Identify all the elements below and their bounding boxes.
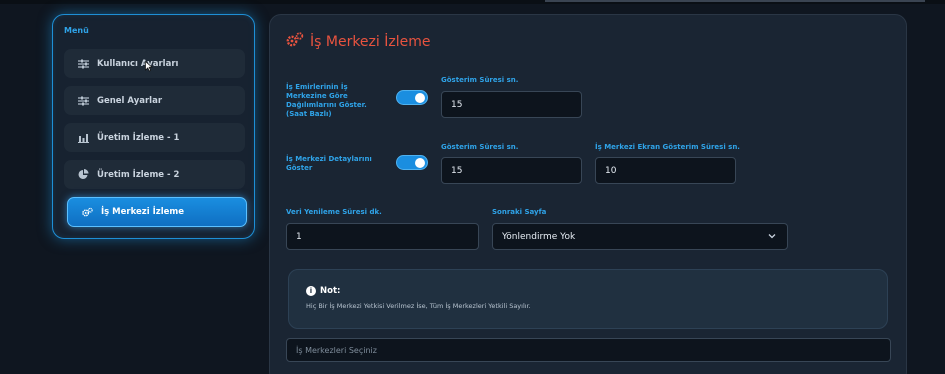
info-icon: i: [306, 286, 316, 296]
info-note: i Not: Hiç Bir İş Merkezi Yetkisi Verilm…: [288, 269, 888, 329]
workcenter-select[interactable]: İş Merkezleri Seçiniz: [286, 338, 891, 362]
note-title: i Not:: [306, 286, 340, 296]
sidebar-item-genel-ayarlar[interactable]: Genel Ayarlar: [64, 86, 245, 115]
sidebar-item-label: Üretim İzleme - 2: [97, 169, 180, 180]
screen-duration-input[interactable]: 10: [595, 157, 736, 184]
page-title-text: İş Merkezi İzleme: [310, 33, 431, 50]
gears-icon: [82, 207, 93, 218]
note-text: Hiç Bir İş Merkezi Yetkisi Verilmez İse,…: [306, 302, 531, 310]
sidebar-item-label: Genel Ayarlar: [97, 95, 163, 106]
sidebar-item-label: Kullanıcı Ayarları: [97, 58, 179, 69]
gears-icon: [286, 32, 304, 51]
sliders-icon: [78, 95, 89, 106]
sidebar-menu: Menü Kullanıcı Ayarları Genel Ayarlar Ür…: [52, 14, 255, 239]
next-page-label: Sonraki Sayfa: [492, 208, 547, 216]
bar-chart-icon: [78, 132, 89, 143]
next-page-select[interactable]: Yönlendirme Yok: [492, 223, 788, 250]
page-title: İş Merkezi İzleme: [286, 32, 430, 51]
duration-label-1: Gösterim Süresi sn.: [441, 76, 519, 84]
refresh-label: Veri Yenileme Süresi dk.: [286, 208, 382, 216]
mouse-cursor-icon: [145, 57, 153, 76]
sidebar-item-kullanici-ayarlari[interactable]: Kullanıcı Ayarları: [64, 49, 245, 78]
pie-chart-icon: [78, 169, 89, 180]
note-title-text: Not:: [320, 286, 341, 296]
toggle-label-detay: İş Merkezi Detaylarını Göster: [286, 155, 372, 172]
duration-input-2[interactable]: 15: [441, 157, 582, 184]
refresh-input[interactable]: 1: [286, 223, 479, 250]
next-page-value: Yönlendirme Yok: [502, 231, 576, 242]
duration-label-2: Gösterim Süresi sn.: [441, 143, 519, 151]
screen-duration-label: İş Merkezi Ekran Gösterim Süresi sn.: [595, 143, 740, 151]
sliders-icon: [78, 58, 89, 69]
menu-title: Menü: [64, 26, 89, 35]
sidebar-item-uretim-izleme-2[interactable]: Üretim İzleme - 2: [64, 160, 245, 189]
sidebar-item-label: İş Merkezi İzleme: [101, 207, 185, 217]
duration-input-1[interactable]: 15: [441, 91, 582, 118]
workcenter-placeholder: İş Merkezleri Seçiniz: [296, 345, 377, 355]
main-panel: İş Merkezi İzleme İş Emirlerinin İş Merk…: [269, 14, 907, 374]
toggle-detay[interactable]: [396, 155, 428, 170]
chevron-down-icon: [768, 232, 776, 241]
toggle-dagilim[interactable]: [396, 90, 428, 105]
sidebar-item-uretim-izleme-1[interactable]: Üretim İzleme - 1: [64, 123, 245, 152]
sidebar-item-is-merkezi-izleme[interactable]: İş Merkezi İzleme: [67, 197, 247, 227]
top-bar: [0, 0, 945, 4]
toggle-label-dagilim: İş Emirlerinin İş Merkezine Göre Dağılım…: [286, 83, 367, 118]
sidebar-item-label: Üretim İzleme - 1: [97, 132, 180, 143]
